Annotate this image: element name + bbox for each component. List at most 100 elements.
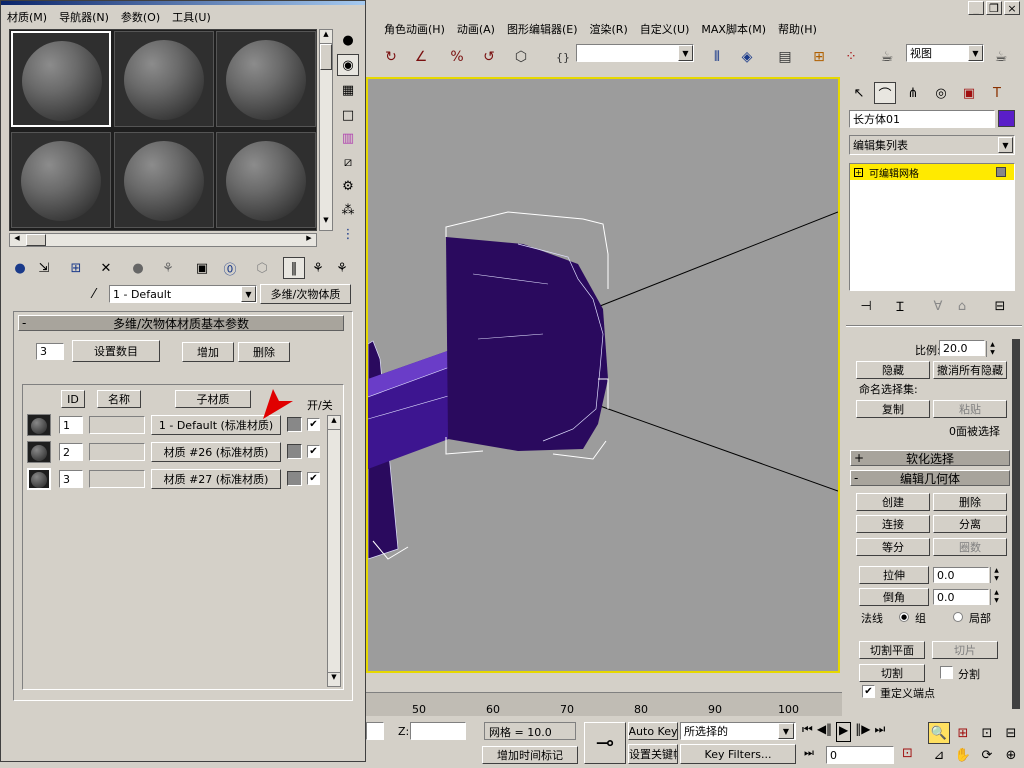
material-type-button[interactable]: 多维/次物体质: [260, 284, 351, 304]
row-color-2[interactable]: [287, 444, 302, 459]
row-preview-2[interactable]: [27, 441, 51, 463]
edit-named-selection-icon[interactable]: ⬡: [508, 44, 534, 70]
make-preview-icon[interactable]: ⧄: [337, 151, 359, 173]
backlight-icon[interactable]: ◉: [337, 54, 359, 76]
row-sub-material-3[interactable]: 材质 #27 (标准材质): [151, 469, 281, 489]
modifier-stack[interactable]: + 可编辑网格: [849, 163, 1015, 291]
motion-tab-icon[interactable]: ◎: [930, 82, 952, 104]
hierarchy-tab-icon[interactable]: ⋔: [902, 82, 924, 104]
set-number-button[interactable]: 设置数目: [72, 340, 160, 362]
hscroll-thumb[interactable]: [26, 234, 46, 246]
split-checkbox[interactable]: [940, 666, 953, 679]
y-coord-field[interactable]: [366, 722, 384, 740]
chamfer-button[interactable]: 倒角: [859, 588, 929, 606]
percent-snap-icon[interactable]: %: [444, 44, 470, 70]
menu-graph-editors[interactable]: 图形编辑器(E): [507, 21, 578, 37]
snap-3d-icon[interactable]: ↻: [378, 44, 404, 70]
mirror-icon[interactable]: ⫴: [704, 44, 730, 70]
material-name-field[interactable]: 1 - Default: [109, 285, 257, 303]
quick-render-icon[interactable]: ☕: [988, 44, 1014, 70]
group-radio[interactable]: ●: [899, 612, 909, 622]
sub-material-header[interactable]: 子材质: [175, 390, 251, 408]
render-scene-icon[interactable]: ☕: [874, 44, 900, 70]
named-selection-dropdown-arrow[interactable]: ▼: [678, 45, 693, 61]
z-coord-field[interactable]: [410, 722, 466, 740]
material-name-arrow[interactable]: ▼: [241, 286, 256, 302]
scroll-down-icon[interactable]: ▼: [320, 216, 332, 230]
scale-field[interactable]: 20.0: [939, 340, 985, 356]
menu-animation[interactable]: 动画(A): [457, 21, 495, 37]
sample-slot-4[interactable]: [11, 132, 111, 228]
extrude-spinner[interactable]: ▲ ▼: [990, 567, 1002, 583]
put-to-library-icon[interactable]: ▣: [191, 257, 213, 279]
menu-help[interactable]: 帮助(H): [778, 21, 817, 37]
select-by-material-icon[interactable]: ⁂: [337, 199, 359, 221]
copy-button[interactable]: 复制: [856, 400, 930, 418]
reset-map-icon[interactable]: ✕: [95, 257, 117, 279]
add-time-tag-button[interactable]: 增加时间标记: [482, 746, 578, 764]
pick-material-icon[interactable]: ⁄: [83, 283, 105, 305]
spinner-snap-icon[interactable]: ↺: [476, 44, 502, 70]
show-end-result-icon[interactable]: Ɪ: [889, 295, 911, 317]
chamfer-field[interactable]: 0.0: [933, 589, 989, 605]
scale-spinner[interactable]: ▲ ▼: [986, 341, 998, 357]
video-color-check-icon[interactable]: ▥: [337, 127, 359, 149]
track-view-icon[interactable]: ▤: [772, 44, 798, 70]
key-mode-dropdown-arrow[interactable]: ▼: [778, 723, 794, 739]
turn-button[interactable]: 圈数: [933, 538, 1007, 556]
get-material-icon[interactable]: ●: [9, 257, 31, 279]
row-id-3[interactable]: 3: [59, 470, 83, 488]
key-filters-button[interactable]: Key Filters...: [680, 744, 796, 764]
current-frame-field[interactable]: 0: [826, 746, 894, 764]
schematic-view-icon[interactable]: ⊞: [806, 44, 832, 70]
maximize-viewport-icon[interactable]: ⊕: [1000, 744, 1022, 766]
material-navigator-icon[interactable]: ⋮: [337, 223, 359, 245]
menu-options[interactable]: 参数(O): [121, 9, 160, 25]
uv-tiling-icon[interactable]: □: [337, 104, 359, 126]
chamfer-spinner[interactable]: ▲ ▼: [990, 589, 1002, 605]
utilities-tab-icon[interactable]: T: [986, 82, 1008, 104]
make-copy-icon[interactable]: ●: [127, 257, 149, 279]
modifier-list-dropdown[interactable]: 编辑集列表: [849, 135, 1015, 155]
row-name-3[interactable]: [89, 470, 145, 488]
modifier-list-arrow[interactable]: ▼: [998, 137, 1013, 153]
named-selection-icon[interactable]: {}: [550, 44, 576, 70]
expand-icon[interactable]: +: [854, 167, 863, 177]
list-scrollbar[interactable]: ▲ ▼: [327, 415, 341, 687]
previous-frame-icon[interactable]: ◀‖: [817, 722, 832, 742]
material-effects-channel-icon[interactable]: ⓪: [219, 257, 241, 279]
menu-rendering[interactable]: 渲染(R): [590, 21, 628, 37]
restore-button[interactable]: ❐: [986, 1, 1002, 15]
multi-sub-rollout-header[interactable]: - 多维/次物体材质基本参数: [18, 315, 344, 331]
sample-slots-vscroll[interactable]: ▲ ▼: [319, 29, 333, 231]
remove-modifier-icon[interactable]: ⌂: [951, 295, 973, 317]
zoom-icon[interactable]: 🔍: [928, 722, 950, 744]
zoom-extents-all-icon[interactable]: ⊟: [1000, 722, 1022, 744]
row-preview-1[interactable]: [27, 414, 51, 436]
menu-utilities[interactable]: 工具(U): [172, 9, 211, 25]
divide-button[interactable]: 等分: [856, 538, 930, 556]
zoom-all-icon[interactable]: ⊞: [952, 722, 974, 744]
field-of-view-icon[interactable]: ⊿: [928, 744, 950, 766]
sample-slot-5[interactable]: [114, 132, 214, 228]
go-forward-sibling-icon[interactable]: ⚘: [331, 257, 353, 279]
object-name-field[interactable]: 长方体01: [849, 110, 995, 128]
row-name-1[interactable]: [89, 416, 145, 434]
row-enabled-1[interactable]: ✔: [307, 418, 320, 431]
show-map-icon[interactable]: ⬡: [251, 257, 273, 279]
make-unique-material-icon[interactable]: ⚘: [157, 257, 179, 279]
sample-slot-3[interactable]: [216, 31, 316, 127]
options-icon[interactable]: ⚙: [337, 175, 359, 197]
configure-sets-icon[interactable]: ⊟: [989, 295, 1011, 317]
align-icon[interactable]: ◈: [734, 44, 760, 70]
sample-slot-2[interactable]: [114, 31, 214, 127]
extrude-field[interactable]: 0.0: [933, 567, 989, 583]
close-button[interactable]: ×: [1004, 1, 1020, 15]
row-preview-3[interactable]: [27, 468, 51, 490]
time-ruler[interactable]: 50 60 70 80 90 100: [366, 692, 842, 716]
show-end-result-material-icon[interactable]: ‖: [283, 257, 305, 279]
display-tab-icon[interactable]: ▣: [958, 82, 980, 104]
menu-character-animation[interactable]: 角色动画(H): [384, 21, 445, 37]
hscroll-left-icon[interactable]: ◀: [10, 234, 24, 246]
add-button[interactable]: 增加: [182, 342, 234, 362]
